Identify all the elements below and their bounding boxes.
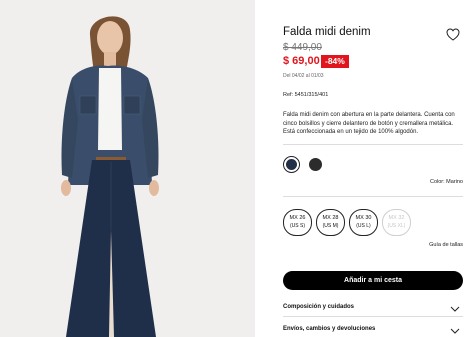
size-label: MX 30	[355, 215, 372, 221]
accordion-composition[interactable]: Composición y cuidados	[283, 304, 463, 312]
size-us-label: (US M)	[322, 222, 339, 229]
divider	[283, 196, 463, 197]
model-illustration	[0, 0, 255, 337]
chevron-down-icon	[450, 328, 460, 334]
color-swatch-marino[interactable]	[283, 156, 300, 173]
promo-dates: Del 04/02 al 01/03	[283, 73, 324, 79]
size-us-label: (US S)	[290, 222, 305, 229]
product-info-panel: Falda midi denim $ 449,00 $ 69,00 -84% D…	[283, 0, 463, 337]
discount-badge: -84%	[321, 55, 349, 68]
divider	[283, 316, 463, 317]
product-reference: Ref: 5451/315/401	[283, 92, 329, 98]
add-to-cart-button[interactable]: Añadir a mi cesta	[283, 271, 463, 290]
size-guide-link[interactable]: Guía de tallas	[429, 242, 463, 248]
original-price: $ 449,00	[283, 42, 322, 53]
size-option-mx32-unavailable[interactable]: MX 32 (US XL)	[382, 209, 411, 236]
size-us-label: (US L)	[356, 222, 371, 229]
size-label: MX 28	[322, 215, 339, 221]
size-label: MX 26	[289, 215, 306, 221]
product-description: Falda midi denim con abertura en la part…	[283, 112, 455, 135]
size-option-mx26[interactable]: MX 26 (US S)	[283, 209, 312, 236]
swatch-fill	[286, 159, 297, 170]
selected-color-label: Color: Marino	[429, 179, 463, 185]
accordion-label: Composición y cuidados	[283, 304, 355, 310]
accordion-shipping-returns[interactable]: Envíos, cambios y devoluciones	[283, 326, 463, 334]
accordion-label: Envíos, cambios y devoluciones	[283, 326, 376, 332]
heart-icon[interactable]	[446, 28, 460, 41]
size-option-mx30[interactable]: MX 30 (US L)	[349, 209, 378, 236]
product-title: Falda midi denim	[283, 26, 371, 38]
product-photo[interactable]	[0, 0, 255, 337]
chevron-down-icon	[450, 306, 460, 312]
sale-price: $ 69,00	[283, 55, 320, 67]
size-us-label: (US XL)	[387, 222, 406, 229]
color-swatch-negro[interactable]	[309, 158, 322, 171]
divider	[283, 144, 463, 145]
size-label: MX 32	[388, 215, 405, 221]
size-option-mx28[interactable]: MX 28 (US M)	[316, 209, 345, 236]
